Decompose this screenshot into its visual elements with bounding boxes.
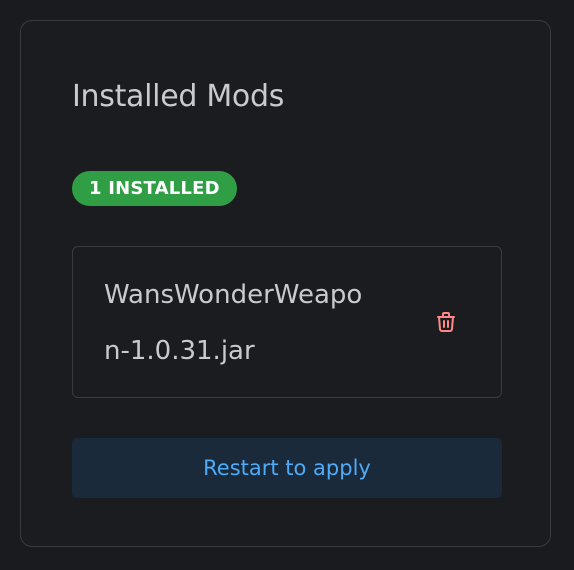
trash-icon: [437, 312, 455, 332]
installed-count-badge: 1 INSTALLED: [72, 171, 237, 206]
delete-mod-button[interactable]: [431, 307, 461, 337]
mod-item: WansWonderWeapon-1.0.31.jar: [72, 246, 502, 398]
restart-to-apply-button[interactable]: Restart to apply: [72, 438, 502, 498]
mod-filename: WansWonderWeapon-1.0.31.jar: [104, 280, 363, 366]
installed-mods-panel: Installed Mods 1 INSTALLED WansWonderWea…: [20, 20, 551, 547]
panel-title: Installed Mods: [72, 79, 285, 114]
